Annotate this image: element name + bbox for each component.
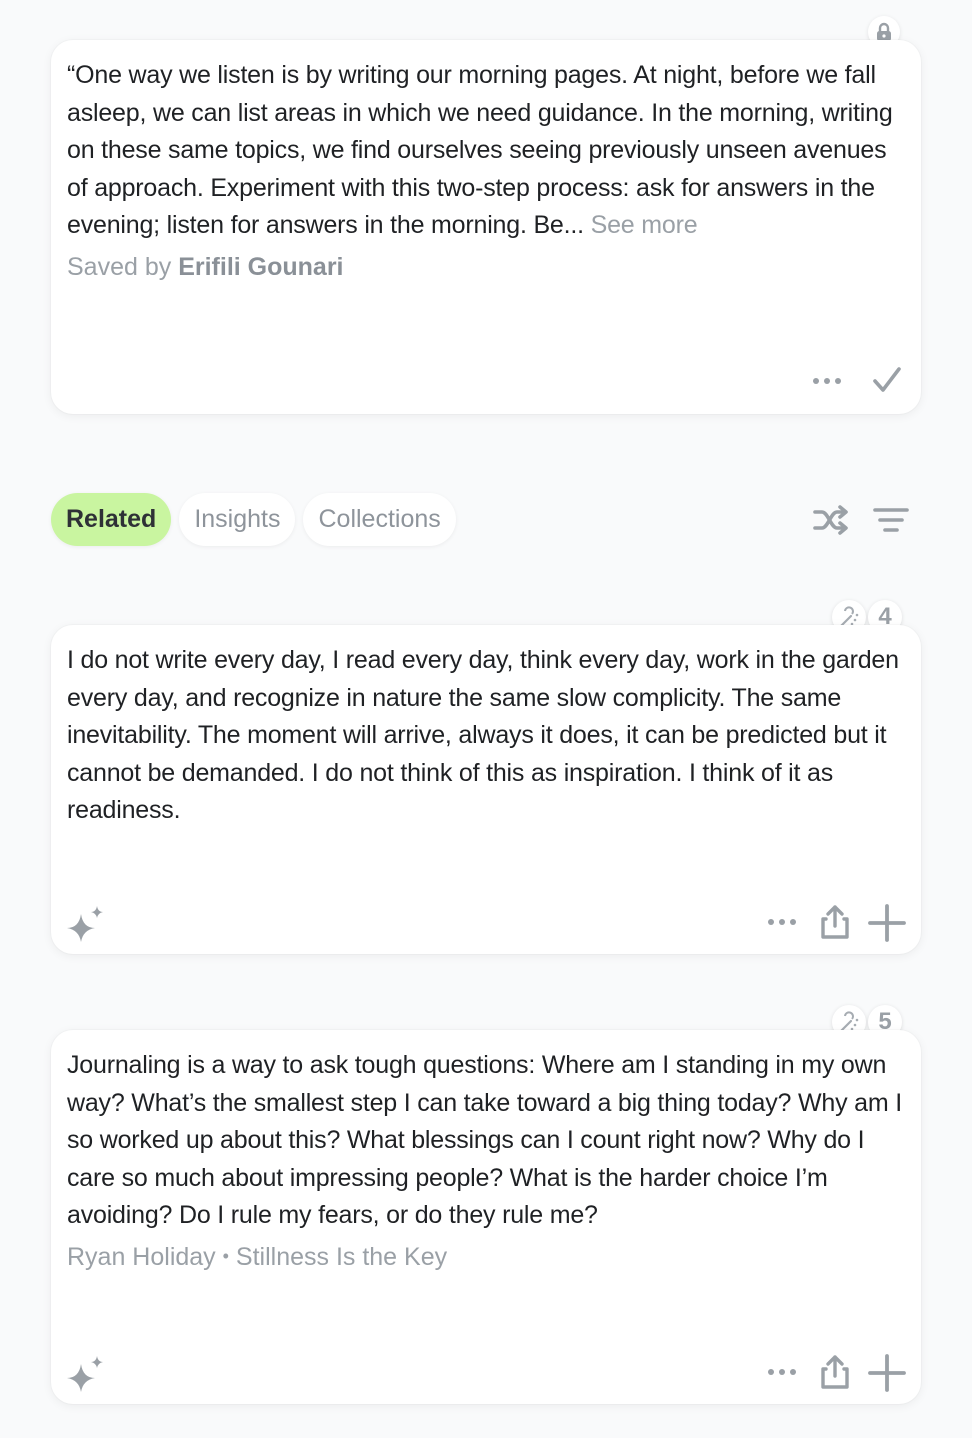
- tab-collections[interactable]: Collections: [303, 493, 456, 546]
- related-card[interactable]: Journaling is a way to ask tough questio…: [51, 1030, 921, 1404]
- plus-icon: [868, 1354, 906, 1392]
- meta-separator: •: [222, 1246, 229, 1266]
- related-text: Journaling is a way to ask tough questio…: [67, 1051, 902, 1229]
- share-button[interactable]: [816, 1351, 854, 1393]
- share-icon: [821, 905, 849, 939]
- plus-icon: [868, 904, 906, 942]
- more-icon: [813, 378, 841, 384]
- saved-by-prefix: Saved by: [67, 253, 172, 281]
- more-button[interactable]: [762, 1357, 802, 1387]
- more-button[interactable]: [762, 907, 802, 937]
- tab-bar: Related Insights Collections: [51, 493, 456, 546]
- share-button[interactable]: [816, 901, 854, 943]
- add-button[interactable]: [865, 1351, 909, 1395]
- share-icon: [821, 1355, 849, 1389]
- shuffle-icon: [813, 505, 848, 535]
- saved-highlight-card[interactable]: “One way we listen is by writing our mor…: [51, 40, 921, 414]
- related-card[interactable]: I do not write every day, I read every d…: [51, 625, 921, 954]
- more-icon: [768, 919, 796, 925]
- highlight-quote: “One way we listen is by writing our mor…: [67, 61, 893, 239]
- check-icon: [873, 367, 901, 392]
- sparkle-icon: [67, 1356, 103, 1392]
- insight-button[interactable]: [65, 901, 109, 945]
- author-name[interactable]: Ryan Holiday: [67, 1243, 216, 1271]
- sparkle-icon: [67, 906, 103, 942]
- saved-by: Saved by Erifili Gounari: [67, 253, 344, 282]
- insight-button[interactable]: [65, 1351, 109, 1395]
- more-icon: [768, 1369, 796, 1375]
- book-title[interactable]: Stillness Is the Key: [236, 1243, 447, 1271]
- shuffle-button[interactable]: [810, 500, 852, 540]
- mark-reviewed-button[interactable]: [869, 362, 905, 398]
- source-line: Ryan Holiday • Stillness Is the Key: [67, 1243, 447, 1272]
- add-button[interactable]: [865, 901, 909, 945]
- highlight-text: “One way we listen is by writing our mor…: [67, 57, 907, 245]
- lock-icon: [877, 22, 891, 41]
- related-text: I do not write every day, I read every d…: [67, 646, 899, 824]
- filter-icon: [873, 508, 909, 532]
- filter-button[interactable]: [870, 500, 912, 540]
- tab-insights[interactable]: Insights: [179, 493, 296, 546]
- see-more-link[interactable]: See more: [591, 211, 698, 239]
- tab-related[interactable]: Related: [51, 493, 172, 546]
- more-button[interactable]: [807, 366, 847, 396]
- saved-by-name[interactable]: Erifili Gounari: [178, 253, 343, 281]
